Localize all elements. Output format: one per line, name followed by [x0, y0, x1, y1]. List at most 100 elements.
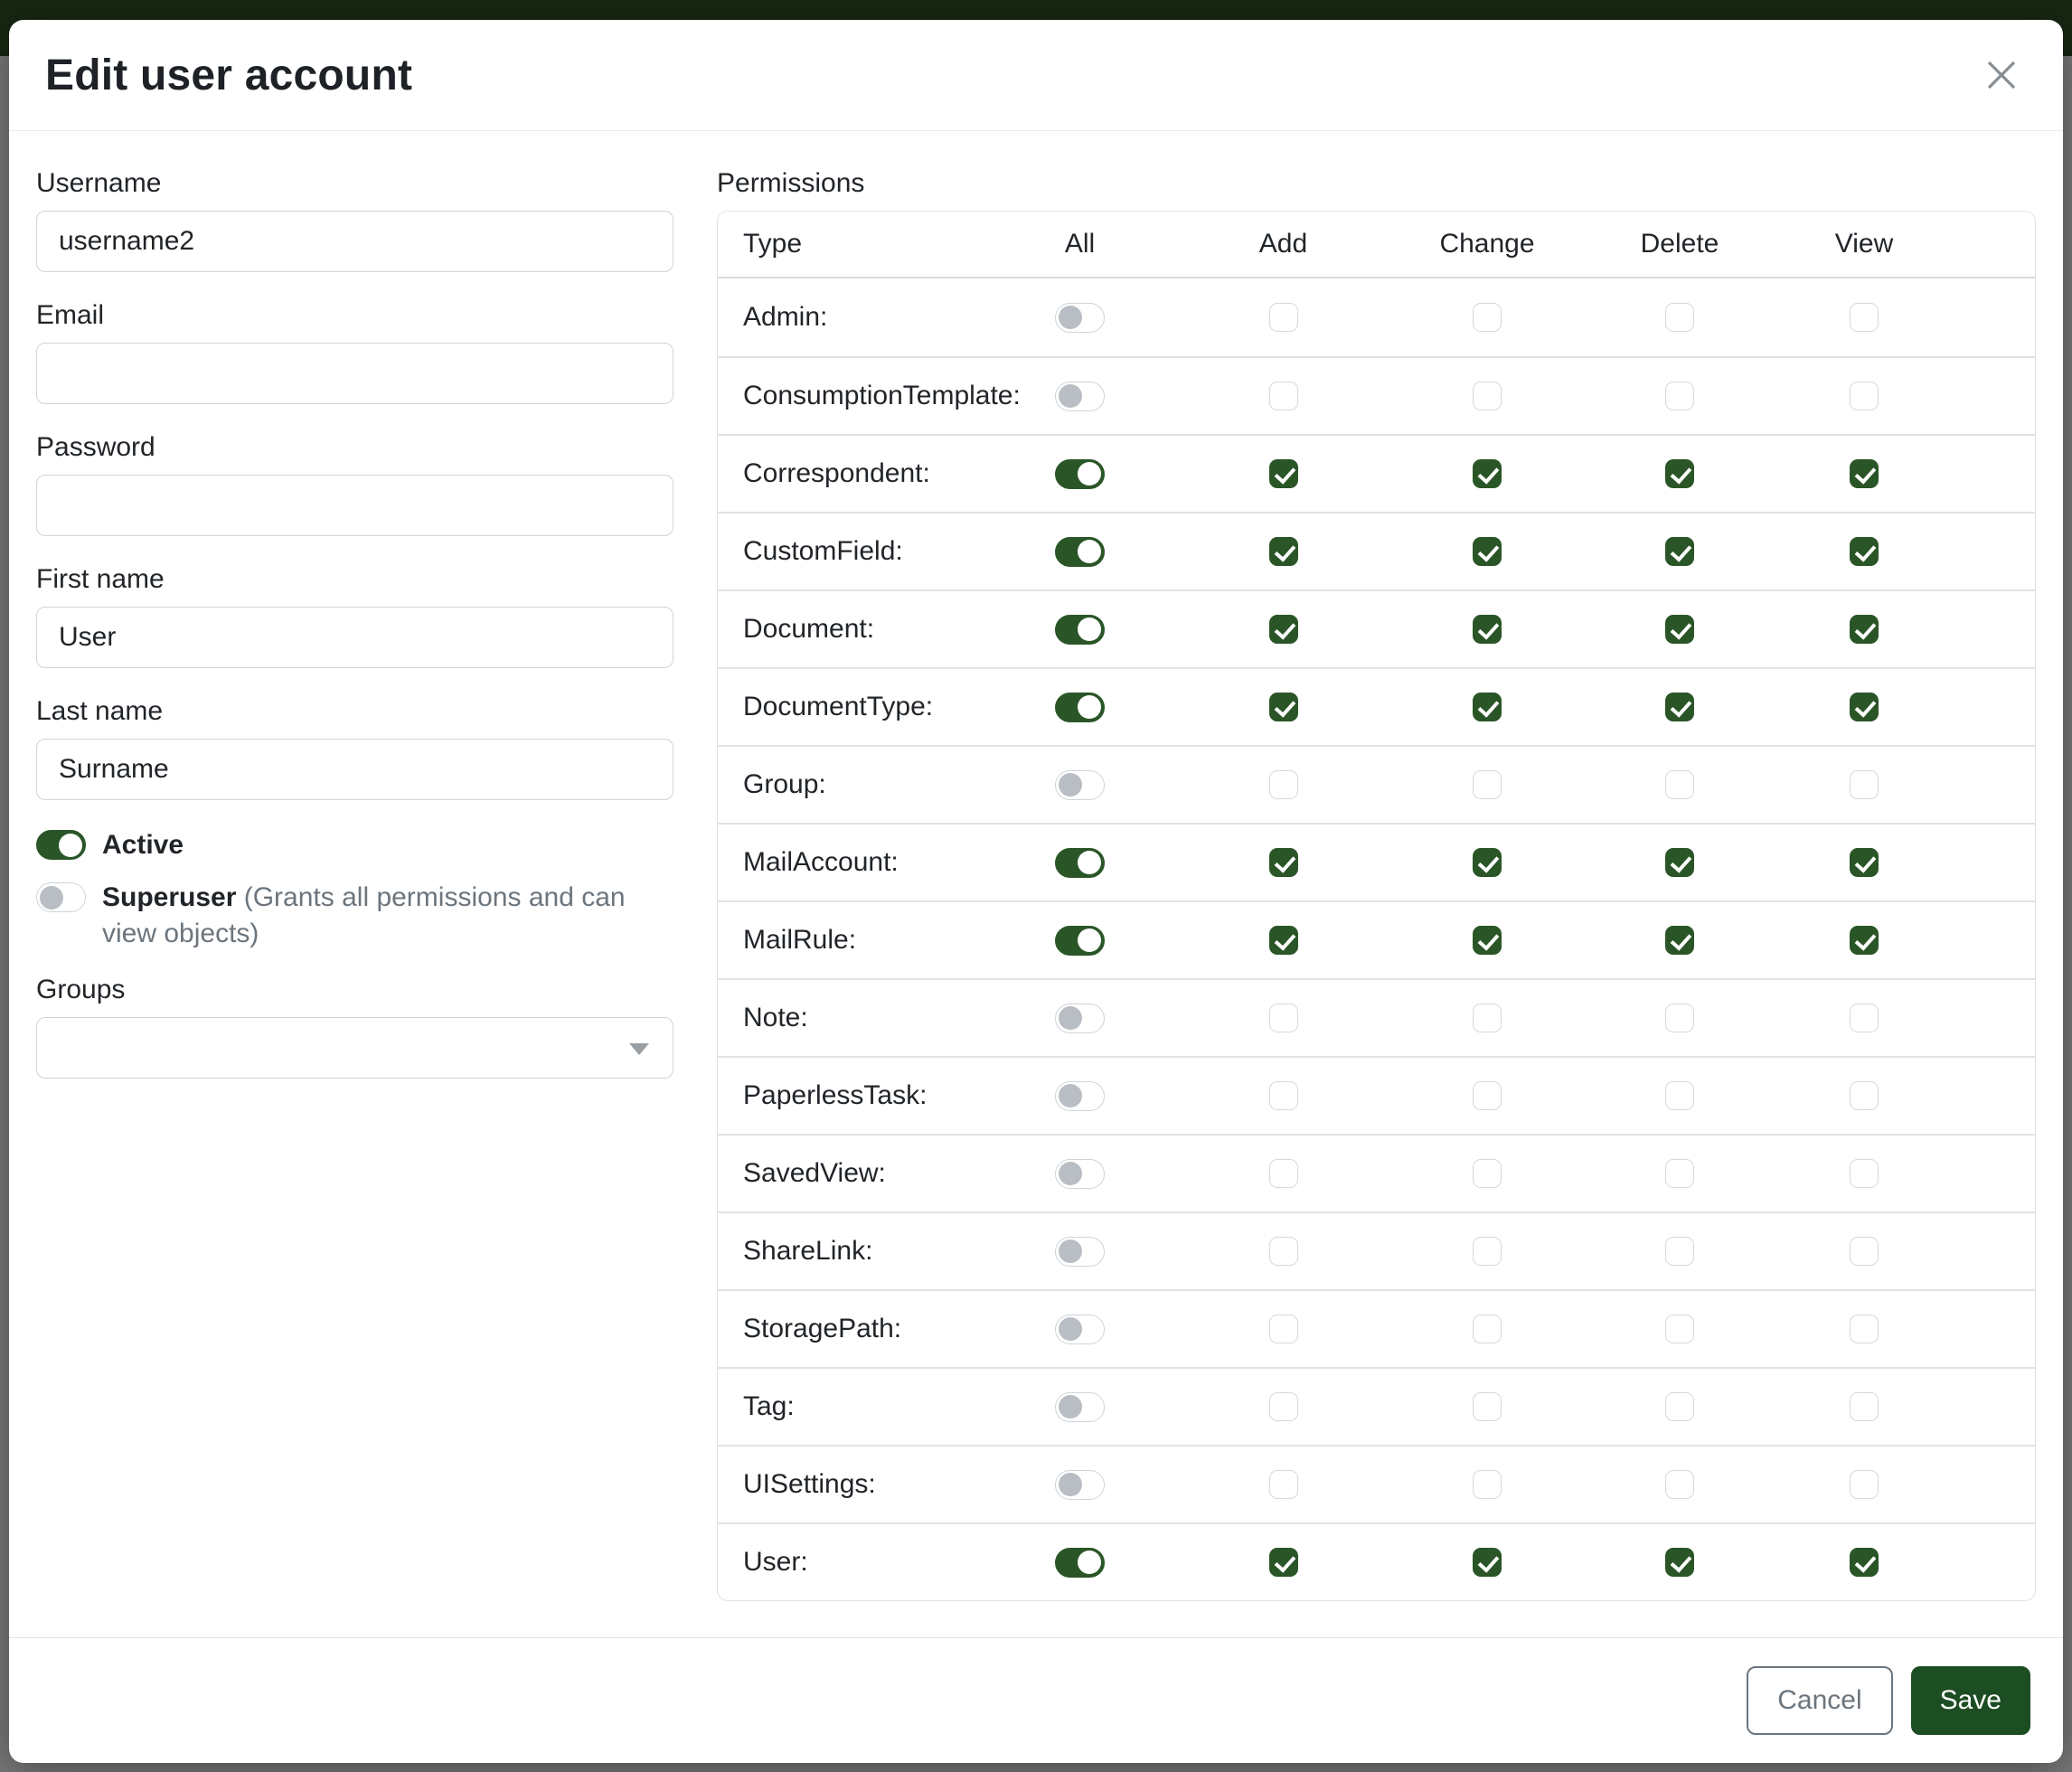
username-input[interactable] — [36, 211, 673, 272]
permission-add-checkbox[interactable] — [1269, 1159, 1298, 1188]
permission-delete-checkbox[interactable] — [1665, 382, 1694, 410]
permission-change-checkbox[interactable] — [1473, 1470, 1502, 1499]
email-input[interactable] — [36, 343, 673, 404]
permission-change-checkbox[interactable] — [1473, 615, 1502, 644]
permission-delete-checkbox[interactable] — [1665, 615, 1694, 644]
permissions-table-header: Type All Add Change Delete View — [718, 212, 2035, 278]
permission-all-toggle[interactable] — [1055, 848, 1105, 878]
permission-delete-checkbox[interactable] — [1665, 1548, 1694, 1577]
permission-view-checkbox[interactable] — [1850, 926, 1879, 955]
permission-add-checkbox[interactable] — [1269, 1004, 1298, 1032]
permission-view-checkbox[interactable] — [1850, 848, 1879, 877]
permission-delete-checkbox[interactable] — [1665, 1081, 1694, 1110]
permission-add-checkbox[interactable] — [1269, 693, 1298, 721]
permission-add-checkbox[interactable] — [1269, 382, 1298, 410]
permission-view-checkbox[interactable] — [1850, 382, 1879, 410]
permission-view-checkbox[interactable] — [1850, 303, 1879, 332]
permission-view-checkbox[interactable] — [1850, 537, 1879, 566]
permission-delete-checkbox[interactable] — [1665, 303, 1694, 332]
permission-view-checkbox[interactable] — [1850, 1470, 1879, 1499]
permission-all-toggle[interactable] — [1055, 1392, 1105, 1422]
permission-delete-checkbox[interactable] — [1665, 1159, 1694, 1188]
permission-delete-checkbox[interactable] — [1665, 1392, 1694, 1421]
permission-add-checkbox[interactable] — [1269, 1548, 1298, 1577]
superuser-toggle[interactable] — [36, 882, 86, 912]
permission-all-toggle[interactable] — [1055, 303, 1105, 333]
permission-add-checkbox[interactable] — [1269, 1392, 1298, 1421]
permission-delete-checkbox[interactable] — [1665, 537, 1694, 566]
permission-change-checkbox[interactable] — [1473, 1392, 1502, 1421]
permission-change-checkbox[interactable] — [1473, 848, 1502, 877]
groups-select[interactable] — [36, 1017, 673, 1079]
first-name-input[interactable] — [36, 607, 673, 668]
permission-all-toggle[interactable] — [1055, 1004, 1105, 1033]
permission-type-label: Note: — [718, 1003, 980, 1033]
permission-delete-checkbox[interactable] — [1665, 770, 1694, 799]
permission-change-checkbox[interactable] — [1473, 537, 1502, 566]
permission-change-checkbox[interactable] — [1473, 1237, 1502, 1266]
permission-add-checkbox[interactable] — [1269, 537, 1298, 566]
permission-add-checkbox[interactable] — [1269, 303, 1298, 332]
permission-view-checkbox[interactable] — [1850, 1392, 1879, 1421]
permission-all-toggle[interactable] — [1055, 770, 1105, 800]
permission-view-checkbox[interactable] — [1850, 1315, 1879, 1343]
permission-change-checkbox[interactable] — [1473, 1315, 1502, 1343]
permission-view-checkbox[interactable] — [1850, 770, 1879, 799]
permission-add-checkbox[interactable] — [1269, 459, 1298, 488]
permission-view-checkbox[interactable] — [1850, 1004, 1879, 1032]
active-toggle[interactable] — [36, 830, 86, 860]
cancel-button[interactable]: Cancel — [1747, 1666, 1892, 1735]
permission-change-checkbox[interactable] — [1473, 770, 1502, 799]
permission-add-checkbox[interactable] — [1269, 615, 1298, 644]
modal-header: Edit user account — [9, 20, 2063, 131]
password-input[interactable] — [36, 475, 673, 536]
permission-change-checkbox[interactable] — [1473, 1004, 1502, 1032]
close-button[interactable] — [1973, 46, 2030, 104]
permission-all-toggle[interactable] — [1055, 537, 1105, 567]
permission-all-toggle[interactable] — [1055, 1081, 1105, 1111]
permission-all-toggle[interactable] — [1055, 1470, 1105, 1500]
permission-change-checkbox[interactable] — [1473, 693, 1502, 721]
permission-change-checkbox[interactable] — [1473, 926, 1502, 955]
permission-view-checkbox[interactable] — [1850, 1548, 1879, 1577]
permission-all-toggle[interactable] — [1055, 1548, 1105, 1578]
permission-all-toggle[interactable] — [1055, 1159, 1105, 1189]
permission-view-checkbox[interactable] — [1850, 1159, 1879, 1188]
permission-change-checkbox[interactable] — [1473, 1159, 1502, 1188]
permission-all-toggle[interactable] — [1055, 1315, 1105, 1344]
permission-all-toggle[interactable] — [1055, 615, 1105, 645]
last-name-input[interactable] — [36, 739, 673, 800]
permission-change-checkbox[interactable] — [1473, 459, 1502, 488]
permission-all-toggle[interactable] — [1055, 693, 1105, 722]
permission-change-checkbox[interactable] — [1473, 382, 1502, 410]
permission-add-checkbox[interactable] — [1269, 926, 1298, 955]
permission-view-checkbox[interactable] — [1850, 1081, 1879, 1110]
save-button[interactable]: Save — [1911, 1666, 2030, 1735]
permission-delete-checkbox[interactable] — [1665, 1237, 1694, 1266]
permission-delete-checkbox[interactable] — [1665, 848, 1694, 877]
permission-delete-checkbox[interactable] — [1665, 459, 1694, 488]
permission-all-toggle[interactable] — [1055, 459, 1105, 489]
permission-add-checkbox[interactable] — [1269, 1237, 1298, 1266]
permission-add-checkbox[interactable] — [1269, 1081, 1298, 1110]
permission-all-toggle[interactable] — [1055, 382, 1105, 411]
permission-delete-checkbox[interactable] — [1665, 926, 1694, 955]
permission-all-toggle[interactable] — [1055, 926, 1105, 956]
permission-add-checkbox[interactable] — [1269, 770, 1298, 799]
permission-add-checkbox[interactable] — [1269, 1470, 1298, 1499]
permission-view-checkbox[interactable] — [1850, 693, 1879, 721]
permission-add-checkbox[interactable] — [1269, 848, 1298, 877]
permission-view-checkbox[interactable] — [1850, 615, 1879, 644]
permission-delete-checkbox[interactable] — [1665, 1470, 1694, 1499]
permission-change-checkbox[interactable] — [1473, 1548, 1502, 1577]
permission-delete-checkbox[interactable] — [1665, 1004, 1694, 1032]
permission-change-checkbox[interactable] — [1473, 1081, 1502, 1110]
permission-view-checkbox[interactable] — [1850, 1237, 1879, 1266]
permission-delete-checkbox[interactable] — [1665, 1315, 1694, 1343]
permission-delete-checkbox[interactable] — [1665, 693, 1694, 721]
permission-all-toggle[interactable] — [1055, 1237, 1105, 1267]
active-label: Active — [102, 830, 184, 860]
permission-change-checkbox[interactable] — [1473, 303, 1502, 332]
permission-view-checkbox[interactable] — [1850, 459, 1879, 488]
permission-add-checkbox[interactable] — [1269, 1315, 1298, 1343]
